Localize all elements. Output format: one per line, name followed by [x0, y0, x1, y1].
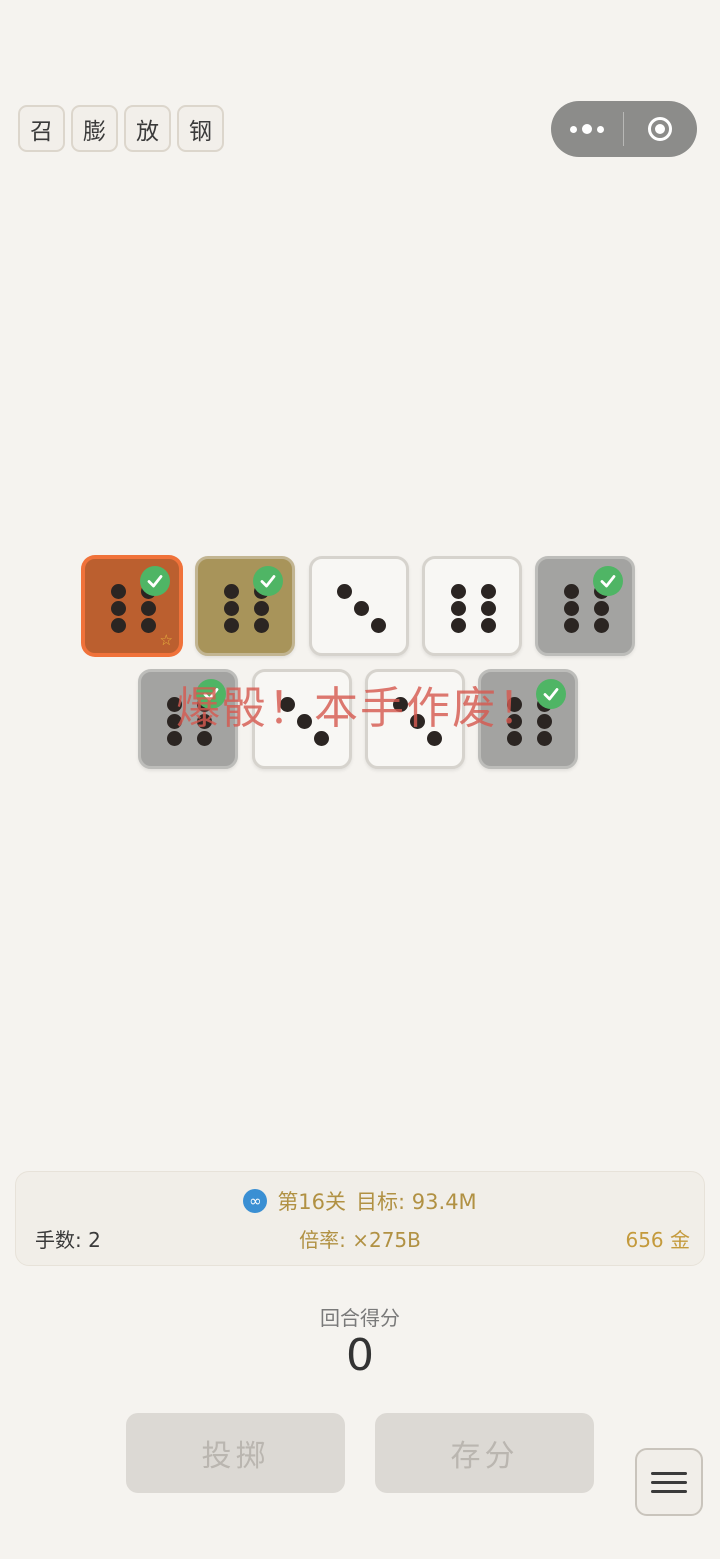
die[interactable]: [535, 556, 635, 656]
infinity-icon: ∞: [243, 1189, 268, 1213]
status-panel: ∞ 第16关 目标: 93.4M 手数: 2 倍率: ×275B 656 金: [15, 1171, 705, 1266]
level-label: 第16关: [277, 1190, 347, 1214]
die-pip: [167, 731, 182, 746]
die[interactable]: [252, 669, 352, 769]
tag-item[interactable]: 钢: [177, 105, 224, 152]
target-circle-icon: [648, 117, 672, 141]
die-pip: [451, 601, 466, 616]
die-pip: [224, 618, 239, 633]
die-pip: [507, 697, 522, 712]
check-icon: [140, 566, 170, 596]
gold-count: 656 金: [625, 1228, 690, 1252]
tag-item[interactable]: 放: [124, 105, 171, 152]
more-dots-icon: [570, 124, 604, 134]
menu-button[interactable]: [635, 1448, 703, 1516]
die-pip: [451, 584, 466, 599]
die-pip: [564, 584, 579, 599]
die-pip: [197, 714, 212, 729]
die-pip: [537, 731, 552, 746]
die-pip: [594, 601, 609, 616]
die[interactable]: [309, 556, 409, 656]
die-pip: [481, 584, 496, 599]
miniapp-capsule: [551, 101, 697, 157]
check-icon: [536, 679, 566, 709]
die-pip: [427, 731, 442, 746]
tag-item[interactable]: 膨: [71, 105, 118, 152]
roll-button[interactable]: 投掷: [126, 1413, 345, 1493]
die[interactable]: [365, 669, 465, 769]
die-pip: [354, 601, 369, 616]
check-icon: [253, 566, 283, 596]
die-pip: [481, 601, 496, 616]
bust-message: 爆骰！本手作废！: [176, 683, 544, 734]
bank-button[interactable]: 存分: [375, 1413, 594, 1493]
die-pip: [337, 584, 352, 599]
round-score-value: 0: [346, 1330, 374, 1381]
more-button[interactable]: [551, 101, 623, 157]
die-pip: [481, 618, 496, 633]
hamburger-icon: [651, 1471, 687, 1475]
die-pip: [280, 697, 295, 712]
die-pip: [197, 731, 212, 746]
die-pip: [111, 601, 126, 616]
die-pip: [111, 584, 126, 599]
level-row: ∞ 第16关 目标: 93.4M: [16, 1186, 704, 1216]
die[interactable]: [195, 556, 295, 656]
die-pip: [224, 584, 239, 599]
die-pip: [141, 601, 156, 616]
die-pip: [371, 618, 386, 633]
die-pip: [594, 618, 609, 633]
die-pip: [564, 618, 579, 633]
die[interactable]: ☆: [82, 556, 182, 656]
star-icon: ☆: [159, 631, 173, 649]
die-pip: [507, 731, 522, 746]
die-pip: [141, 618, 156, 633]
close-miniapp-button[interactable]: [624, 101, 696, 157]
die-pip: [410, 714, 425, 729]
die-pip: [167, 697, 182, 712]
die-pip: [224, 601, 239, 616]
die-pip: [507, 714, 522, 729]
die-pip: [451, 618, 466, 633]
check-icon: [196, 679, 226, 709]
die[interactable]: [138, 669, 238, 769]
target-label: 目标: 93.4M: [356, 1190, 477, 1214]
round-score-label: 回合得分: [320, 1306, 400, 1330]
die-pip: [254, 618, 269, 633]
die-pip: [111, 618, 126, 633]
die[interactable]: [422, 556, 522, 656]
die[interactable]: [478, 669, 578, 769]
multiplier-label: 倍率: ×275B: [299, 1228, 421, 1252]
die-pip: [297, 714, 312, 729]
die-pip: [564, 601, 579, 616]
die-pip: [314, 731, 329, 746]
die-pip: [254, 601, 269, 616]
tag-list: 召 膨 放 钢: [18, 105, 224, 152]
check-icon: [593, 566, 623, 596]
die-pip: [537, 714, 552, 729]
die-pip: [393, 697, 408, 712]
tag-item[interactable]: 召: [18, 105, 65, 152]
die-pip: [167, 714, 182, 729]
